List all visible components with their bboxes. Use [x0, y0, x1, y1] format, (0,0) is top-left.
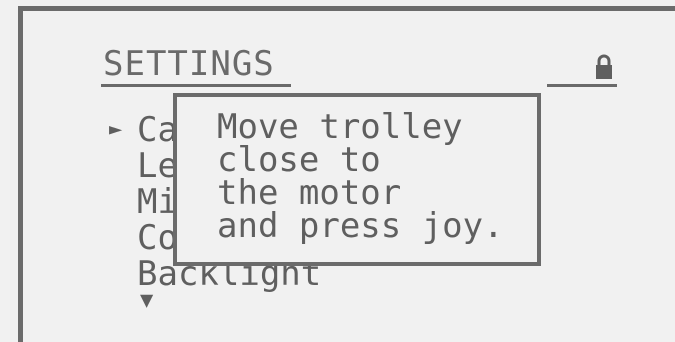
- screen-frame-top: [18, 6, 675, 11]
- selection-cursor: ►: [109, 117, 123, 142]
- title-underline: [101, 84, 291, 87]
- message-dialog: Move trolley close to the motor and pres…: [173, 93, 541, 266]
- lcd-screen: SETTINGS ► Ca Le Mi Co Backlight ▼ Move …: [0, 0, 675, 342]
- lock-icon: [596, 54, 612, 79]
- page-title: SETTINGS: [103, 44, 275, 84]
- dialog-line-4: and press joy.: [217, 206, 504, 246]
- scroll-down-icon: ▼: [140, 288, 154, 313]
- screen-frame-left: [18, 6, 23, 342]
- header-underline-right: [547, 84, 617, 87]
